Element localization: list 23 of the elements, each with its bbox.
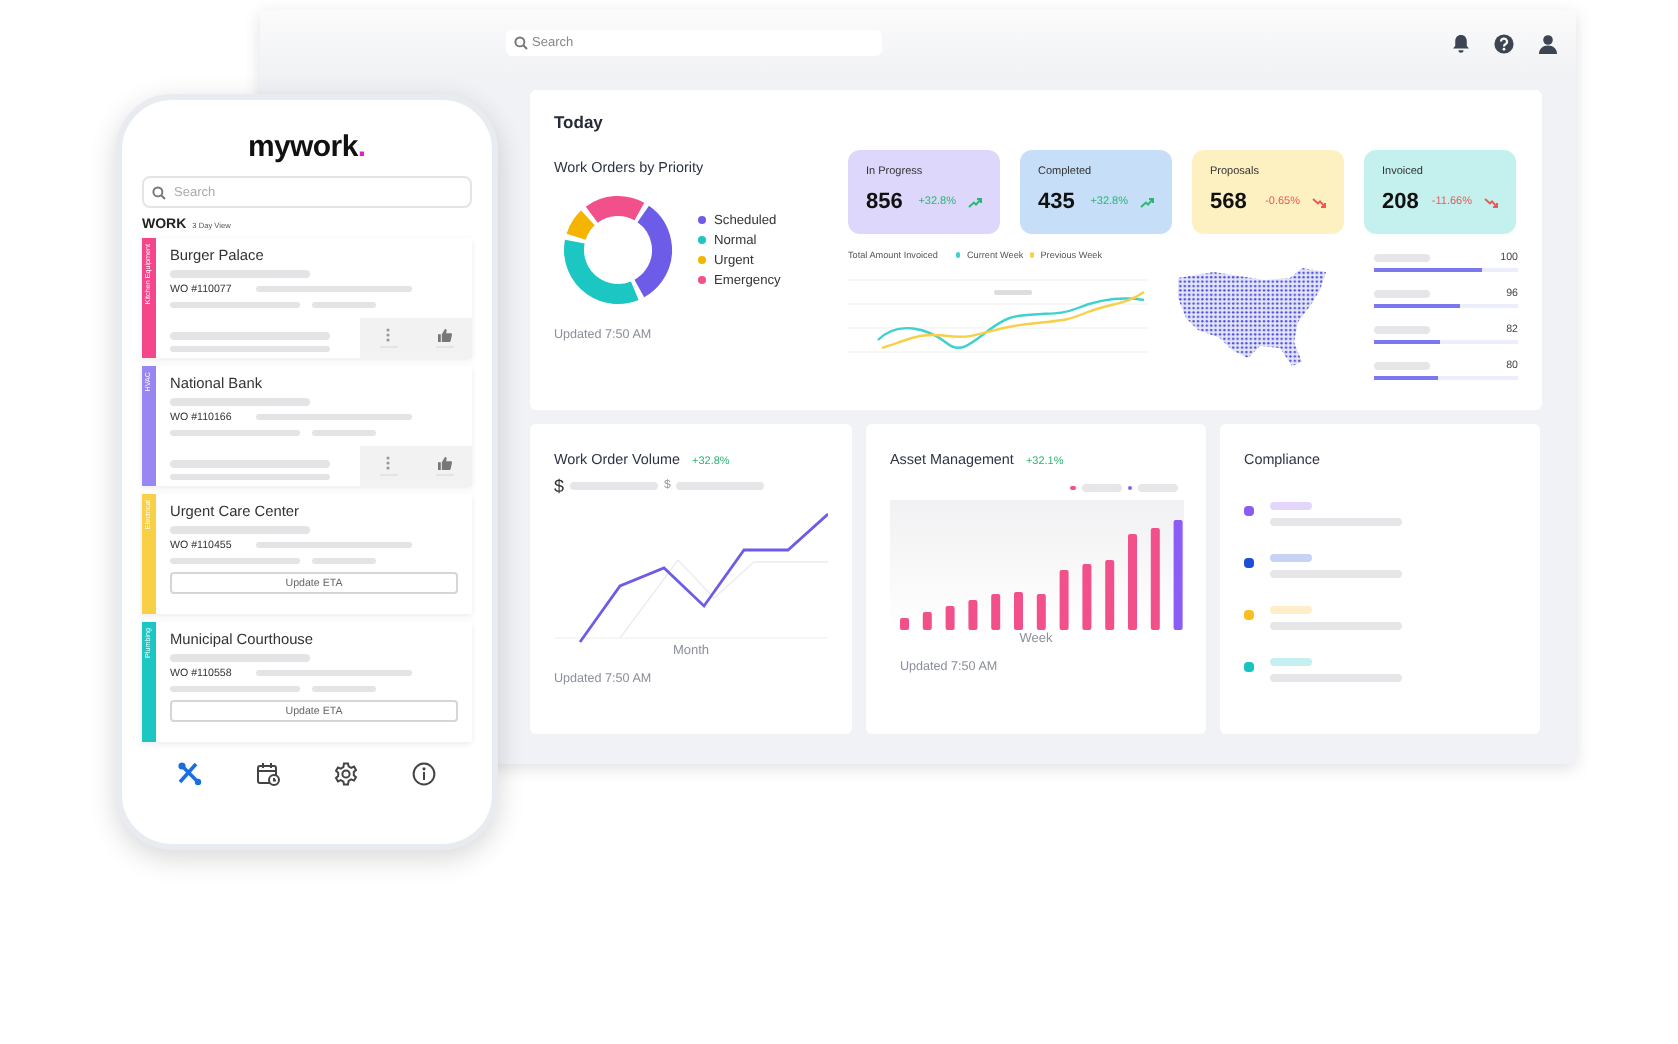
user-icon[interactable]: [1538, 33, 1558, 53]
stat-value: 568: [1210, 190, 1247, 214]
currency-sign: $: [554, 476, 565, 496]
settings-icon[interactable]: [334, 762, 359, 786]
skeleton-line: [1270, 658, 1312, 666]
calendar-icon[interactable]: [255, 762, 280, 786]
thumbs-up-icon[interactable]: [437, 327, 451, 342]
info-icon[interactable]: [412, 762, 437, 786]
help-icon[interactable]: [1494, 33, 1514, 53]
skeleton-line: [1270, 502, 1312, 510]
logo-text: mywork: [247, 130, 358, 164]
tools-icon[interactable]: [177, 762, 202, 786]
skeleton-line: [435, 473, 453, 477]
stat-value: 435: [1038, 190, 1075, 214]
logo-dot: .: [357, 130, 367, 164]
stat-value: 208: [1382, 190, 1419, 214]
thumbs-up-icon[interactable]: [437, 455, 451, 470]
panel-title: Today: [554, 112, 605, 132]
skeleton-line: [1270, 606, 1312, 614]
stat-value: 856: [866, 190, 903, 214]
bell-icon[interactable]: [1452, 33, 1470, 53]
skeleton-line: [1270, 554, 1312, 562]
skeleton-line: [435, 345, 453, 349]
